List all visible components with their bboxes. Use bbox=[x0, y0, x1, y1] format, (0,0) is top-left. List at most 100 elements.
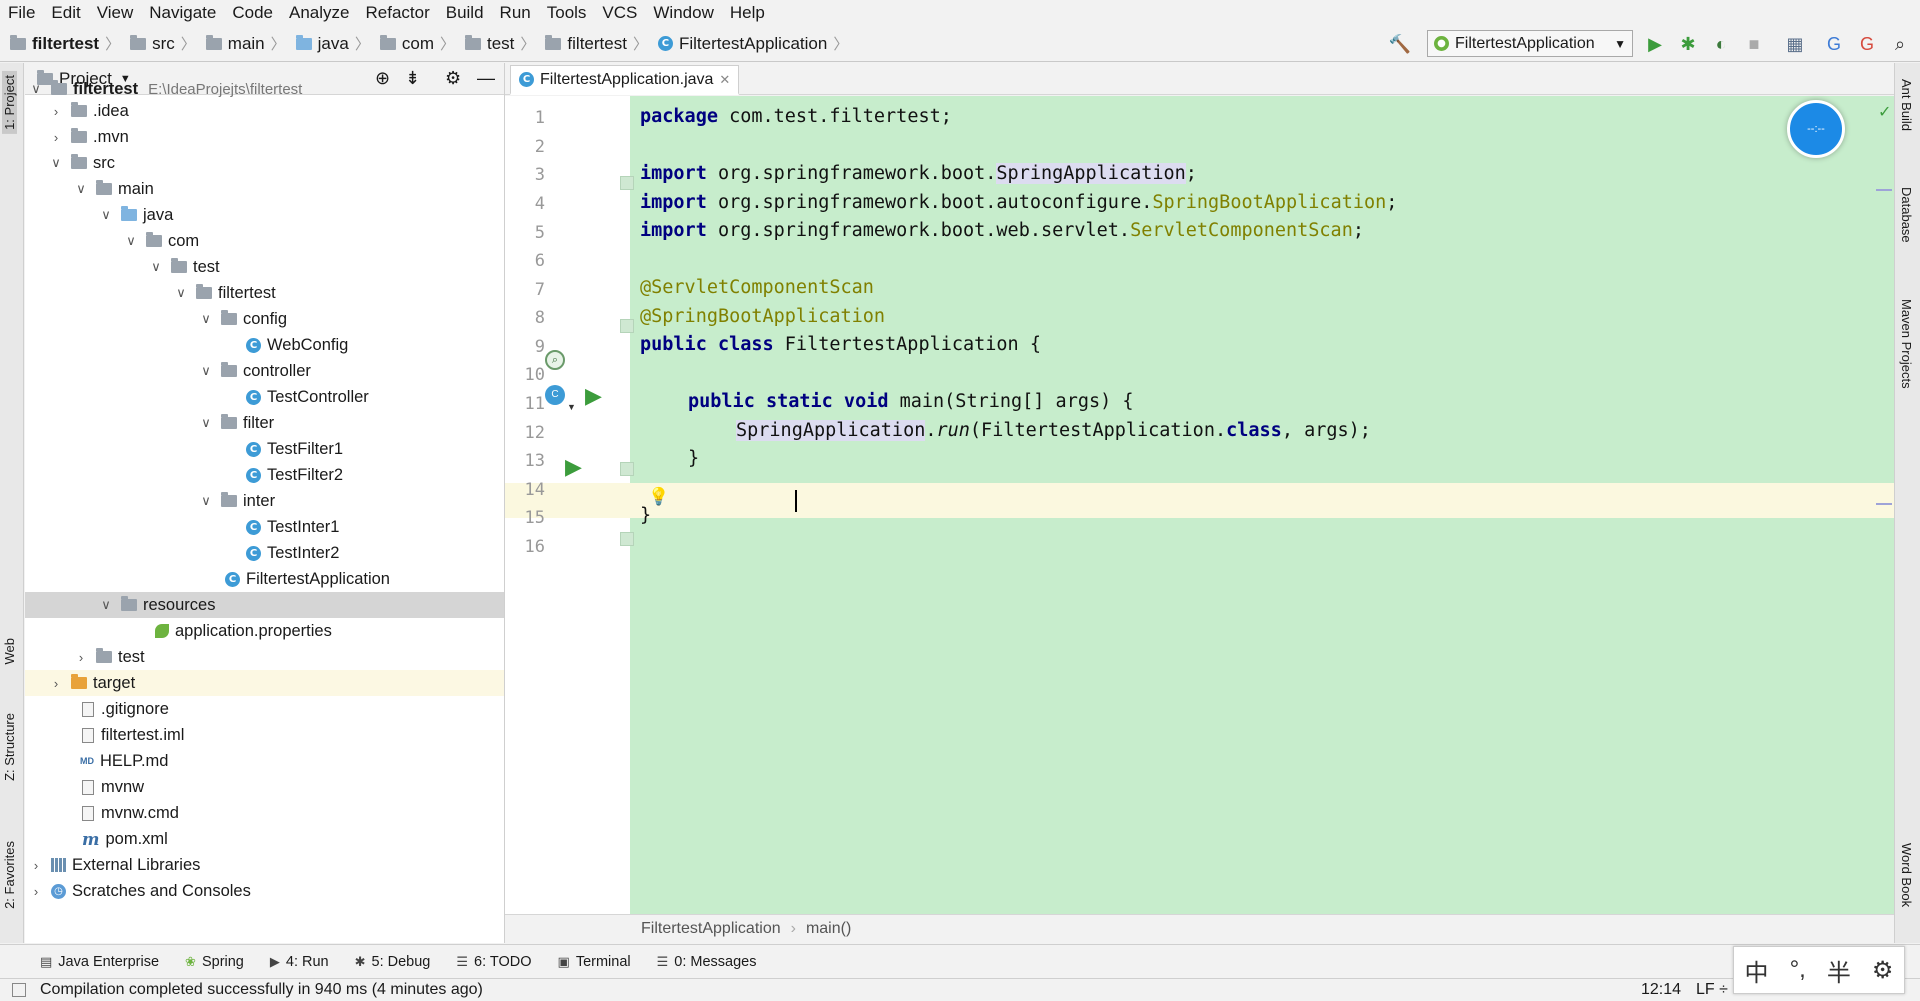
inspection-ok-icon[interactable]: ✓ bbox=[1878, 102, 1891, 122]
tree-row[interactable]: ∨ config bbox=[25, 306, 504, 332]
tab-run[interactable]: ▶ 4: Run bbox=[270, 954, 329, 970]
breadcrumb-src[interactable]: src 〉 bbox=[120, 33, 196, 54]
error-stripe-mark[interactable] bbox=[1876, 189, 1892, 191]
tab-maven-projects[interactable]: Maven Projects bbox=[1899, 299, 1914, 389]
translate-replace-icon[interactable]: G bbox=[1857, 34, 1877, 54]
tree-row[interactable]: ∨ com bbox=[25, 228, 504, 254]
status-message[interactable]: Compilation completed successfully in 94… bbox=[40, 981, 483, 999]
tab-database[interactable]: Database bbox=[1899, 187, 1914, 243]
ime-half-width[interactable]: 半 bbox=[1827, 953, 1851, 988]
code-line-1: package com.test.filtertest; bbox=[640, 106, 952, 127]
editor-breadcrumb-class[interactable]: FiltertestApplication bbox=[641, 920, 781, 938]
gear-icon[interactable]: ⚙ bbox=[1872, 956, 1894, 985]
tree-row[interactable]: ∨ main bbox=[25, 176, 504, 202]
tree-row[interactable]: › test bbox=[25, 644, 504, 670]
tree-row[interactable]: › .idea bbox=[25, 98, 504, 124]
menu-tools[interactable]: Tools bbox=[539, 3, 595, 23]
search-icon[interactable]: ⌕ bbox=[1890, 34, 1910, 54]
run-gutter-icon[interactable]: ▶ bbox=[565, 454, 582, 480]
menu-analyze[interactable]: Analyze bbox=[281, 3, 357, 23]
menu-refactor[interactable]: Refactor bbox=[357, 3, 437, 23]
caret-position[interactable]: 12:14 bbox=[1641, 981, 1681, 999]
tree-row[interactable]: C TestFilter2 bbox=[25, 462, 504, 488]
tree-row[interactable]: ∨ filter bbox=[25, 410, 504, 436]
tree-row[interactable]: ∨ inter bbox=[25, 488, 504, 514]
breadcrumb-java[interactable]: java 〉 bbox=[286, 33, 370, 54]
tree-row[interactable]: ∨ resources bbox=[25, 592, 504, 618]
tree-row[interactable]: C TestController bbox=[25, 384, 504, 410]
tree-row[interactable]: › External Libraries bbox=[25, 852, 504, 878]
tree-row[interactable]: C WebConfig bbox=[25, 332, 504, 358]
tree-row[interactable]: ∨ controller bbox=[25, 358, 504, 384]
tree-row[interactable]: C TestInter2 bbox=[25, 540, 504, 566]
breadcrumb-main[interactable]: main 〉 bbox=[196, 33, 286, 54]
tab-web[interactable]: Web bbox=[2, 638, 17, 665]
menu-help[interactable]: Help bbox=[722, 3, 773, 23]
tree-row[interactable]: ∨ test bbox=[25, 254, 504, 280]
run-with-coverage-icon[interactable]: ◐ bbox=[1711, 34, 1731, 54]
text-file-icon bbox=[82, 779, 94, 795]
menu-file[interactable]: File bbox=[0, 3, 43, 23]
tree-row[interactable]: mvnw bbox=[25, 774, 504, 800]
ime-chinese-mode[interactable]: 中 bbox=[1745, 953, 1769, 988]
tree-row[interactable]: ∨ filtertest bbox=[25, 280, 504, 306]
tab-todo[interactable]: ☰ 6: TODO bbox=[456, 954, 531, 970]
tree-row[interactable]: C FiltertestApplication bbox=[25, 566, 504, 592]
tab-java-enterprise[interactable]: ▤ Java Enterprise bbox=[40, 954, 159, 970]
tree-row[interactable]: › ◷ Scratches and Consoles bbox=[25, 878, 504, 904]
spring-boot-class-icon[interactable]: C bbox=[545, 385, 565, 405]
tab-terminal[interactable]: ▣ Terminal bbox=[558, 954, 631, 970]
project-structure-icon[interactable]: ▦ bbox=[1785, 34, 1805, 54]
error-stripe-mark[interactable] bbox=[1876, 503, 1892, 505]
debug-icon[interactable]: ✱ bbox=[1678, 34, 1698, 54]
tree-row[interactable]: C TestInter1 bbox=[25, 514, 504, 540]
tab-debug[interactable]: ✱ 5: Debug bbox=[355, 954, 431, 970]
tab-word-book[interactable]: Word Book bbox=[1899, 843, 1914, 907]
breadcrumb-com[interactable]: com 〉 bbox=[370, 33, 455, 54]
floating-widget-button[interactable]: --:-- bbox=[1787, 100, 1845, 158]
menu-run[interactable]: Run bbox=[492, 3, 539, 23]
run-configuration-select[interactable]: ● FiltertestApplication ▼ bbox=[1427, 30, 1633, 57]
breadcrumb-class[interactable]: C FiltertestApplication 〉 bbox=[648, 33, 848, 54]
tree-row[interactable]: .gitignore bbox=[25, 696, 504, 722]
spring-bean-icon[interactable]: ⌕ bbox=[545, 350, 565, 370]
tree-row[interactable]: ∨ src bbox=[25, 150, 504, 176]
debug-icon: ✱ bbox=[354, 953, 366, 969]
menu-view[interactable]: View bbox=[89, 3, 142, 23]
tree-row[interactable]: ∨ java bbox=[25, 202, 504, 228]
editor-breadcrumb-method[interactable]: main() bbox=[806, 920, 851, 938]
tree-row[interactable]: m pom.xml bbox=[25, 826, 504, 852]
menu-edit[interactable]: Edit bbox=[43, 3, 88, 23]
line-separator[interactable]: LF ÷ bbox=[1696, 981, 1728, 999]
menu-code[interactable]: Code bbox=[224, 3, 281, 23]
menu-window[interactable]: Window bbox=[645, 3, 721, 23]
stop-icon[interactable]: ■ bbox=[1744, 34, 1764, 54]
tab-project[interactable]: 1: Project bbox=[2, 71, 17, 134]
menu-navigate[interactable]: Navigate bbox=[141, 3, 224, 23]
tab-filtertestapplication[interactable]: C FiltertestApplication.java ✕ bbox=[510, 65, 740, 95]
run-icon[interactable]: ▶ bbox=[1645, 34, 1665, 54]
tab-spring[interactable]: ❀ Spring bbox=[185, 954, 244, 970]
ime-punctuation[interactable]: °, bbox=[1790, 956, 1806, 984]
tab-structure[interactable]: Z: Structure bbox=[2, 713, 17, 781]
tree-row[interactable]: › .mvn bbox=[25, 124, 504, 150]
menu-build[interactable]: Build bbox=[438, 3, 492, 23]
tree-row[interactable]: filtertest.iml bbox=[25, 722, 504, 748]
tree-row[interactable]: › target bbox=[25, 670, 504, 696]
breadcrumb-filtertest[interactable]: filtertest 〉 bbox=[0, 33, 120, 54]
breadcrumb-filtertest-pkg[interactable]: filtertest 〉 bbox=[535, 33, 648, 54]
tab-favorites[interactable]: 2: Favorites bbox=[2, 841, 17, 909]
breadcrumb-test[interactable]: test 〉 bbox=[455, 33, 535, 54]
translate-icon[interactable]: G bbox=[1824, 34, 1844, 54]
tree-row[interactable]: C TestFilter1 bbox=[25, 436, 504, 462]
close-icon[interactable]: ✕ bbox=[719, 72, 730, 88]
tree-row[interactable]: mvnw.cmd bbox=[25, 800, 504, 826]
status-toggle-icon[interactable] bbox=[12, 983, 26, 997]
tab-messages[interactable]: ☰ 0: Messages bbox=[657, 954, 757, 970]
menu-vcs[interactable]: VCS bbox=[594, 3, 645, 23]
tree-row[interactable]: MD HELP.md bbox=[25, 748, 504, 774]
run-gutter-icon[interactable]: ▶ bbox=[585, 383, 602, 409]
tree-row[interactable]: application.properties bbox=[25, 618, 504, 644]
tab-ant-build[interactable]: Ant Build bbox=[1899, 79, 1914, 131]
build-hammer-icon[interactable]: 🔨 bbox=[1389, 34, 1411, 54]
